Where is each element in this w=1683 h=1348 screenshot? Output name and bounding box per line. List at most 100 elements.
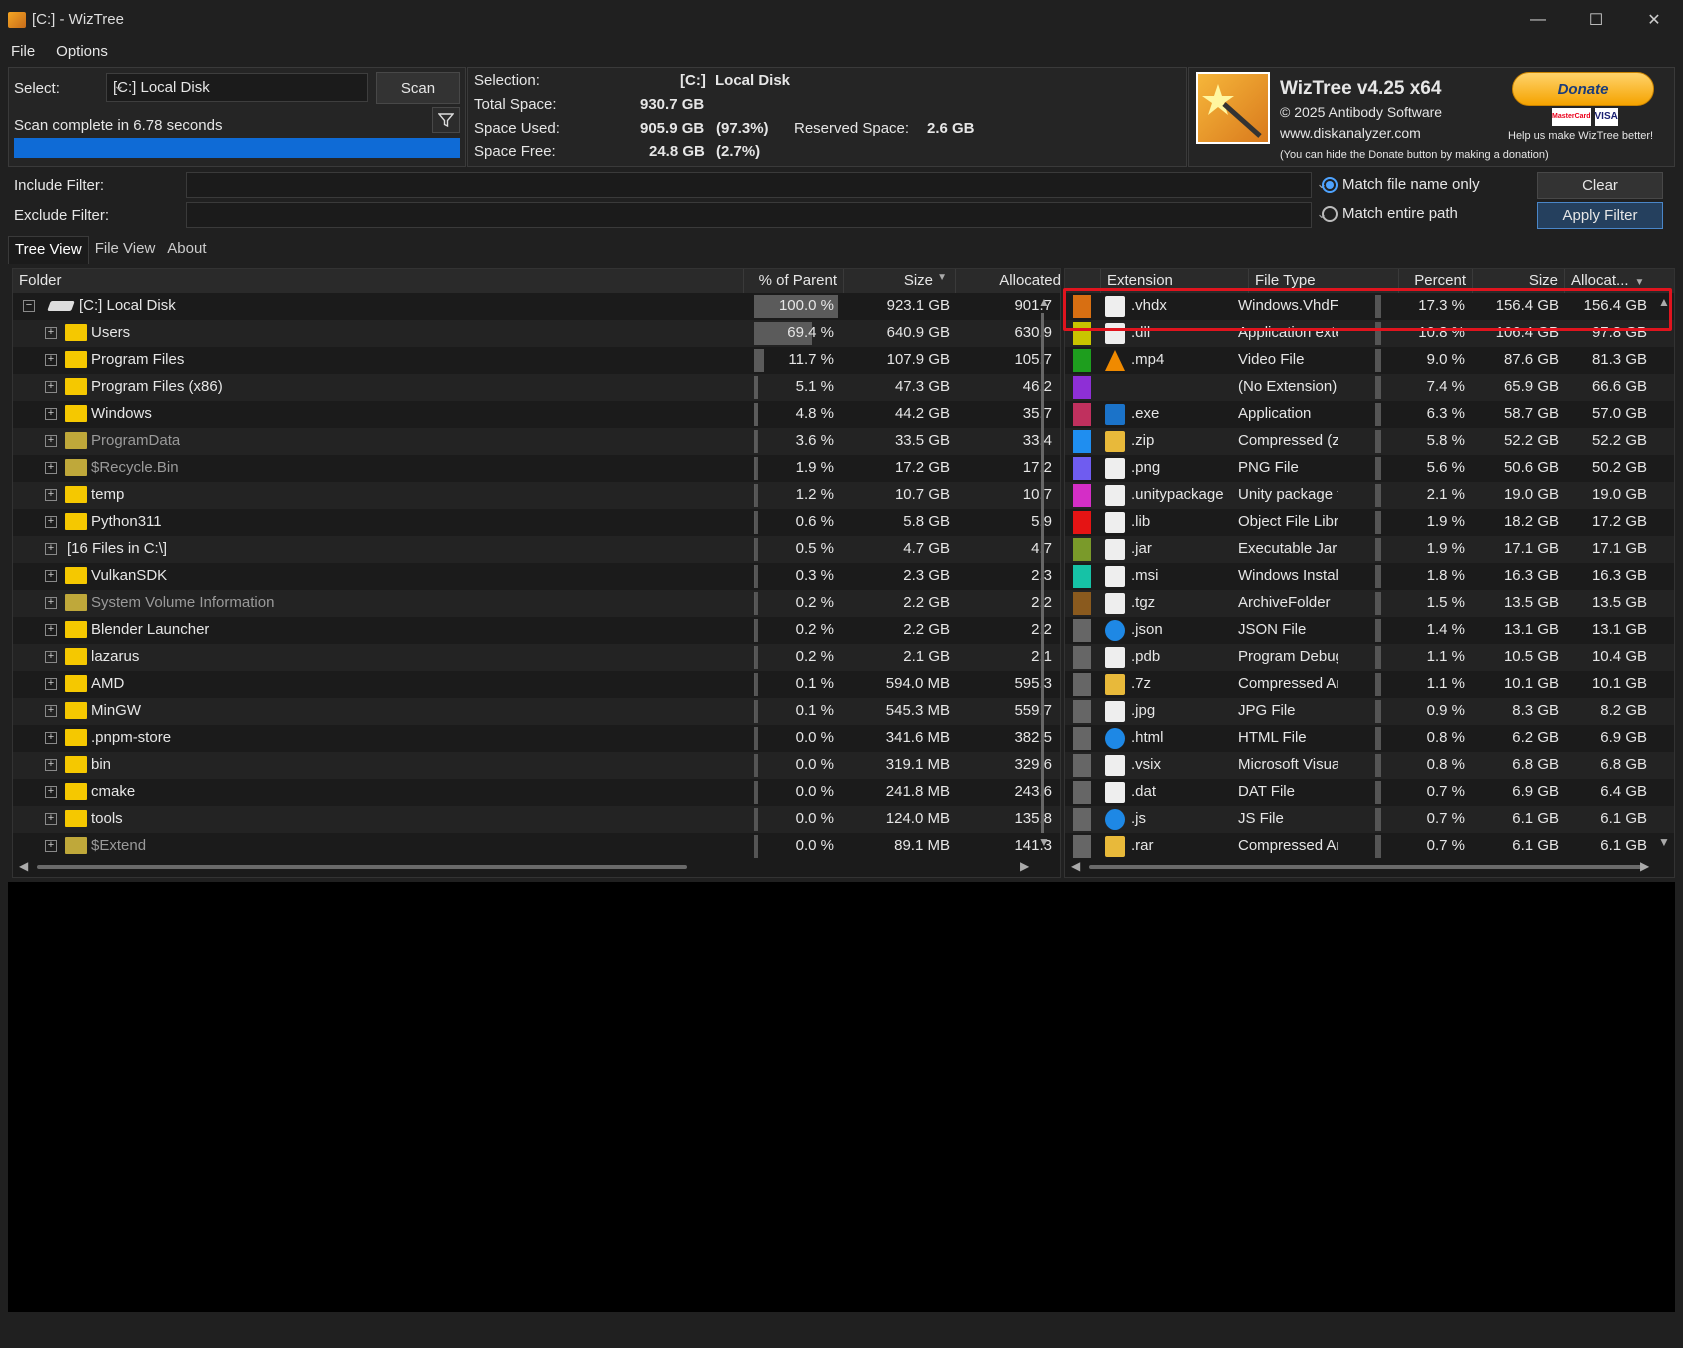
tree-row[interactable]: + Program Files (x86) 5.1 % 47.3 GB 46.2 bbox=[13, 374, 1060, 401]
expand-icon[interactable]: + bbox=[45, 516, 57, 528]
expand-icon[interactable]: + bbox=[45, 786, 57, 798]
scroll-right-icon[interactable]: ▶ bbox=[1020, 859, 1030, 873]
scroll-right-icon[interactable]: ▶ bbox=[1640, 859, 1650, 873]
scroll-up-icon[interactable]: ▲ bbox=[1038, 295, 1050, 309]
column-ext-allocated[interactable]: Allocat... ▼ bbox=[1565, 269, 1674, 293]
expand-icon[interactable]: + bbox=[45, 408, 57, 420]
extension-row[interactable]: .dll Application extension 10.8 % 106.4 GB 9… bbox=[1065, 320, 1674, 347]
tree-row[interactable]: + [16 Files in C:\] 0.5 % 4.7 GB 4.7 bbox=[13, 536, 1060, 563]
extension-row[interactable]: .pdb Program Debug Database 1.1 % 10.5 GB 10… bbox=[1065, 644, 1674, 671]
extension-row[interactable]: .exe Application 6.3 % 58.7 GB 57.0 GB bbox=[1065, 401, 1674, 428]
tree-row[interactable]: + $Extend 0.0 % 89.1 MB 141.3 bbox=[13, 833, 1060, 860]
extension-row[interactable]: .jpg JPG File 0.9 % 8.3 GB 8.2 GB bbox=[1065, 698, 1674, 725]
expand-icon[interactable]: + bbox=[45, 381, 57, 393]
tab-file-view[interactable]: File View bbox=[89, 236, 162, 264]
tree-row[interactable]: + MinGW 0.1 % 545.3 MB 559.7 bbox=[13, 698, 1060, 725]
expand-icon[interactable]: + bbox=[45, 435, 57, 447]
column-folder[interactable]: Folder bbox=[13, 269, 744, 293]
filter-toggle-button[interactable] bbox=[432, 107, 460, 133]
extension-row[interactable]: .7z Compressed Archive 1.1 % 10.1 GB 10.1 GB bbox=[1065, 671, 1674, 698]
drive-select[interactable]: [C:] Local Disk ⌄ bbox=[106, 73, 368, 102]
close-button[interactable]: ✕ bbox=[1625, 0, 1683, 40]
tree-row[interactable]: + AMD 0.1 % 594.0 MB 595.3 bbox=[13, 671, 1060, 698]
tab-tree-view[interactable]: Tree View bbox=[8, 236, 89, 264]
expand-icon[interactable]: + bbox=[45, 840, 57, 852]
menu-file[interactable]: File bbox=[0, 40, 45, 64]
clear-button[interactable]: Clear bbox=[1537, 172, 1663, 199]
extension-row[interactable]: .html HTML File 0.8 % 6.2 GB 6.9 GB bbox=[1065, 725, 1674, 752]
tree-row[interactable]: + Users 69.4 % 640.9 GB 630.9 bbox=[13, 320, 1060, 347]
column-extension[interactable]: Extension bbox=[1101, 269, 1249, 293]
tree-row[interactable]: + .pnpm-store 0.0 % 341.6 MB 382.5 bbox=[13, 725, 1060, 752]
tree-row[interactable]: + ProgramData 3.6 % 33.5 GB 33.4 bbox=[13, 428, 1060, 455]
website-link[interactable]: www.diskanalyzer.com bbox=[1280, 125, 1421, 141]
expand-icon[interactable]: + bbox=[45, 759, 57, 771]
scroll-up-icon[interactable]: ▲ bbox=[1658, 295, 1670, 309]
expand-icon[interactable]: + bbox=[45, 597, 57, 609]
tree-row[interactable]: + Windows 4.8 % 44.2 GB 35.7 bbox=[13, 401, 1060, 428]
minimize-button[interactable]: — bbox=[1509, 0, 1567, 40]
exclude-filter-input[interactable]: ⌄ bbox=[186, 202, 1327, 228]
match-file-name-radio[interactable] bbox=[1322, 177, 1338, 193]
extension-row[interactable]: .unitypackage Unity package file 2.1 % 19.0… bbox=[1065, 482, 1674, 509]
tree-row[interactable]: + bin 0.0 % 319.1 MB 329.6 bbox=[13, 752, 1060, 779]
tree-row[interactable]: + lazarus 0.2 % 2.1 GB 2.1 bbox=[13, 644, 1060, 671]
extension-row[interactable]: .vhdx Windows.VhdFile 17.3 % 156.4 GB 156.4 … bbox=[1065, 293, 1674, 320]
expand-icon[interactable]: + bbox=[45, 651, 57, 663]
scroll-left-icon[interactable]: ◀ bbox=[19, 859, 29, 873]
match-entire-path-label[interactable]: Match entire path bbox=[1342, 205, 1458, 222]
extension-row[interactable]: .jar Executable Jar File 1.9 % 17.1 GB 17.1 … bbox=[1065, 536, 1674, 563]
extension-row[interactable]: .msi Windows Installer 1.8 % 16.3 GB 16.3 GB bbox=[1065, 563, 1674, 590]
expand-icon[interactable]: + bbox=[45, 489, 57, 501]
column-percent[interactable]: Percent bbox=[1399, 269, 1473, 293]
menu-options[interactable]: Options bbox=[45, 40, 118, 64]
tree-row[interactable]: + Blender Launcher 0.2 % 2.2 GB 2.2 bbox=[13, 617, 1060, 644]
extension-row[interactable]: .dat DAT File 0.7 % 6.9 GB 6.4 GB bbox=[1065, 779, 1674, 806]
expand-icon[interactable]: + bbox=[45, 678, 57, 690]
extension-row[interactable]: .rar Compressed Archive 0.7 % 6.1 GB 6.1 GB bbox=[1065, 833, 1674, 860]
extension-row[interactable]: .json JSON File 1.4 % 13.1 GB 13.1 GB bbox=[1065, 617, 1674, 644]
extension-row[interactable]: .mp4 Video File 9.0 % 87.6 GB 81.3 GB bbox=[1065, 347, 1674, 374]
folder-tree-grid[interactable]: Folder % of Parent Size ▼ Allocated − [C:]… bbox=[12, 268, 1061, 878]
expand-icon[interactable]: + bbox=[45, 354, 57, 366]
extension-row[interactable]: .zip Compressed (zipped) 5.8 % 52.2 GB 52.2 … bbox=[1065, 428, 1674, 455]
column-percent-of-parent[interactable]: % of Parent bbox=[744, 269, 844, 293]
extension-row[interactable]: (No Extension) 7.4 % 65.9 GB 66.6 GB bbox=[1065, 374, 1674, 401]
tree-row[interactable]: + System Volume Information 0.2 % 2.2 GB 2.2 bbox=[13, 590, 1060, 617]
scroll-down-icon[interactable]: ▼ bbox=[1038, 835, 1050, 849]
tree-row[interactable]: + cmake 0.0 % 241.8 MB 243.6 bbox=[13, 779, 1060, 806]
collapse-icon[interactable]: − bbox=[23, 300, 35, 312]
match-file-name-label[interactable]: Match file name only bbox=[1342, 176, 1480, 193]
column-file-type[interactable]: File Type bbox=[1249, 269, 1399, 293]
expand-icon[interactable]: + bbox=[45, 705, 57, 717]
extension-row[interactable]: .vsix Microsoft Visual Studio Extension 0.… bbox=[1065, 752, 1674, 779]
apply-filter-button[interactable]: Apply Filter bbox=[1537, 202, 1663, 229]
tree-row[interactable]: + temp 1.2 % 10.7 GB 10.7 bbox=[13, 482, 1060, 509]
expand-icon[interactable]: + bbox=[45, 462, 57, 474]
expand-icon[interactable]: + bbox=[45, 570, 57, 582]
tab-about[interactable]: About bbox=[161, 236, 212, 264]
tree-row[interactable]: + Python311 0.6 % 5.8 GB 5.9 bbox=[13, 509, 1060, 536]
expand-icon[interactable]: + bbox=[45, 732, 57, 744]
donate-button[interactable]: Donate bbox=[1512, 72, 1654, 106]
scroll-left-icon[interactable]: ◀ bbox=[1071, 859, 1081, 873]
extension-grid[interactable]: Extension File Type Percent Size Allocat… bbox=[1064, 268, 1675, 878]
expand-icon[interactable]: + bbox=[45, 624, 57, 636]
column-ext-size[interactable]: Size bbox=[1473, 269, 1565, 293]
tree-row[interactable]: + Program Files 11.7 % 107.9 GB 105.7 bbox=[13, 347, 1060, 374]
ext-horizontal-scrollbar[interactable] bbox=[1089, 865, 1645, 869]
tree-row[interactable]: + $Recycle.Bin 1.9 % 17.2 GB 17.2 bbox=[13, 455, 1060, 482]
tree-horizontal-scrollbar[interactable] bbox=[37, 865, 687, 869]
tree-row[interactable]: + VulkanSDK 0.3 % 2.3 GB 2.3 bbox=[13, 563, 1060, 590]
extension-row[interactable]: .js JS File 0.7 % 6.1 GB 6.1 GB bbox=[1065, 806, 1674, 833]
expand-icon[interactable]: + bbox=[45, 327, 57, 339]
maximize-button[interactable]: ☐ bbox=[1567, 0, 1625, 40]
include-filter-input[interactable]: ⌄ bbox=[186, 172, 1327, 198]
tree-vertical-scrollbar[interactable] bbox=[1041, 313, 1044, 833]
extension-row[interactable]: .lib Object File Library 1.9 % 18.2 GB 17.2 … bbox=[1065, 509, 1674, 536]
column-allocated[interactable]: Allocated bbox=[956, 269, 1060, 293]
column-size[interactable]: Size ▼ bbox=[844, 269, 956, 293]
expand-icon[interactable]: + bbox=[45, 813, 57, 825]
tree-row[interactable]: − [C:] Local Disk 100.0 % 923.1 GB 901.7 bbox=[13, 293, 1060, 320]
treemap-area[interactable] bbox=[8, 882, 1675, 1312]
